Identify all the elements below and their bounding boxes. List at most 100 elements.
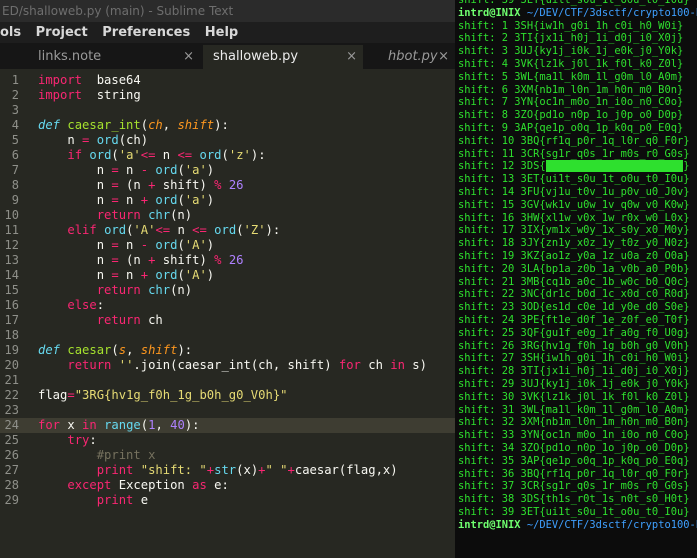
terminal-output-line: shift: 35 3AP{qe1p_o0q_1p_k0q_p0_E0q}	[458, 454, 690, 467]
terminal-output-line: shift: 37 3CR{sg1r_q0s_1r_m0s_r0_G0s}	[458, 480, 690, 493]
code-line[interactable]: print "shift: "+str(x)+" "+caesar(flag,x…	[38, 463, 398, 478]
close-icon[interactable]: ×	[438, 45, 449, 69]
menu-tools[interactable]: ols	[0, 22, 21, 43]
tab-links-note[interactable]: links.note ×	[10, 45, 200, 69]
code-line[interactable]: def caesar(s, shift):	[38, 343, 192, 358]
code-line[interactable]: else:	[38, 298, 104, 313]
line-number: 15	[4, 283, 19, 297]
terminal-output-line: shift: 27 3SH{iw1h_g0i_1h_c0i_h0_W0i}	[458, 352, 690, 365]
terminal-output-line: shift: 39 3ET{ui1t_s0u_1t_o0u_t0_I0u}	[458, 506, 690, 518]
tab-bar: links.note × shalloweb.py × hbot.py ×	[0, 43, 455, 69]
terminal-prompt: intrd@INIX ~/DEV/CTF/3dsctf/crypto100-ho	[458, 518, 697, 531]
line-number: 19	[4, 343, 19, 357]
code-line[interactable]: import string	[38, 88, 141, 103]
terminal-output-line: shift: 3 3UJ{ky1j_i0k_1j_e0k_j0_Y0k}	[458, 45, 684, 58]
line-number: 8	[11, 178, 19, 192]
code-line[interactable]: print e	[38, 493, 148, 508]
code-line[interactable]: return ch	[38, 313, 163, 328]
line-number: 23	[4, 403, 19, 417]
line-number: 20	[4, 358, 19, 372]
close-icon[interactable]: ×	[183, 45, 194, 69]
terminal-output-line: shift: 21 3MB{cq1b_a0c_1b_w0c_b0_Q0c}	[458, 275, 690, 288]
terminal-output-line: shift: 7 3YN{oc1n_m0o_1n_i0o_n0_C0o}	[458, 96, 684, 109]
code-line[interactable]: n = ord(ch)	[38, 133, 148, 148]
menu-bar: ols Project Preferences Help	[0, 22, 455, 43]
menu-project[interactable]: Project	[36, 22, 88, 43]
line-number: 4	[11, 118, 19, 132]
tab-label: links.note	[38, 49, 102, 64]
tab-hbot-py[interactable]: hbot.py ×	[368, 45, 455, 69]
window-title: ED/shalloweb.py (main) - Sublime Text	[0, 0, 455, 22]
code-line[interactable]: n = n + ord('A')	[38, 268, 214, 283]
code-line[interactable]: if ord('a'<= n <= ord('z'):	[38, 148, 265, 163]
line-number: 28	[4, 478, 19, 492]
line-number: 11	[4, 223, 19, 237]
sublime-window: ED/shalloweb.py (main) - Sublime Text ol…	[0, 0, 455, 558]
terminal-output-line: shift: 11 3CR{sg1r_q0s_1r_m0s_r0_G0s}	[458, 147, 690, 160]
line-number: 27	[4, 463, 19, 477]
terminal-output-line: shift: 38 3DS{th1s_r0t_1s_n0t_s0_H0t}	[458, 493, 690, 506]
terminal-window[interactable]: shift: 39 3ET{uilt_s0u_1t_o0u_t0_I0u} int…	[455, 0, 697, 558]
terminal-output-line: shift: 29 3UJ{ky1j_i0k_1j_e0k_j0_Y0k}	[458, 378, 690, 390]
code-line[interactable]: #print x	[38, 448, 156, 463]
close-icon[interactable]: ×	[346, 45, 357, 69]
code-line[interactable]: flag="3RG{hv1g_f0h_1g_b0h_g0_V0h}"	[38, 388, 288, 403]
terminal-prompt: intrd@INIX ~/DEV/CTF/3dsctf/crypto100-ho	[458, 6, 697, 19]
line-number: 29	[4, 493, 19, 507]
code-area[interactable]: import base64 import string def caesar_int…	[0, 70, 455, 558]
code-line[interactable]: for x in range(1, 40):	[38, 418, 200, 433]
terminal-output-line: shift: 5 3WL{ma1l_k0m_1l_g0m_l0_A0m}	[458, 70, 684, 83]
terminal-output-line: shift: 20 3LA{bp1a_z0b_1a_v0b_a0_P0b}	[458, 262, 690, 275]
line-number: 22	[4, 388, 19, 402]
terminal-output-line: shift: 36 3BQ{rf1q_p0r_1q_l0r_q0_F0r}	[458, 467, 690, 480]
tab-label: hbot.py	[388, 49, 438, 64]
code-line[interactable]: return chr(n)	[38, 208, 192, 223]
terminal-output-line: shift: 4 3VK{lz1k_j0l_1k_f0l_k0_Z0l}	[458, 58, 684, 70]
line-number: 21	[4, 373, 19, 387]
line-gutter: 1 2 3 4 5 6 7 8 9 10 11 12 13 14 15 16 17 18 19 20 21 22 23 24 2…	[0, 70, 30, 558]
selection-highlight	[545, 160, 684, 173]
terminal-output-line: shift: 9 3AP{qe1p_o0q_1p_k0q_p0_E0q}	[458, 122, 684, 134]
code-line[interactable]: n = n + ord('a')	[38, 193, 214, 208]
line-number: 18	[4, 328, 19, 342]
line-number: 14	[4, 268, 19, 282]
line-number: 16	[4, 298, 19, 312]
line-number: 13	[4, 253, 19, 267]
terminal-output-line: shift: 8 3ZO{pd1o_n0p_1o_j0p_o0_D0p}	[458, 109, 684, 122]
line-number: 26	[4, 448, 19, 462]
terminal-output-line: shift: 23 3OD{es1d_c0e_1d_y0e_d0_S0e}	[458, 301, 690, 314]
terminal-output-line: shift: 22 3NC{dr1c_b0d_1c_x0d_c0_R0d}	[458, 288, 690, 301]
terminal-output-line: shift: 18 3JY{zn1y_x0z_1y_t0z_y0_N0z}	[458, 237, 690, 250]
code-line[interactable]: try:	[38, 433, 96, 448]
code-line[interactable]: def caesar_int(ch, shift):	[38, 118, 229, 133]
terminal-output-line: shift: 32 3XM{nb1m_l0n_1m_h0n_m0_B0n}	[458, 416, 690, 429]
code-line[interactable]: import base64	[38, 73, 141, 88]
tab-shalloweb-py[interactable]: shalloweb.py ×	[203, 45, 363, 69]
line-number: 25	[4, 433, 19, 447]
terminal-output-line: shift: 1 3SH{iw1h_g0i_1h_c0i_h0_W0i}	[458, 19, 684, 32]
code-line[interactable]: n = (n + shift) % 26	[38, 253, 244, 268]
terminal-output-line: shift: 13 3ET{ui1t_s0u_1t_o0u_t0_I0u}	[458, 173, 690, 186]
code-line[interactable]: n = n - ord('A')	[38, 238, 214, 253]
code-line[interactable]: return chr(n)	[38, 283, 192, 298]
terminal-output-line: shift: 24 3PE{ft1e_d0f_1e_z0f_e0_T0f}	[458, 314, 690, 326]
line-number: 1	[11, 73, 19, 87]
menu-help[interactable]: Help	[205, 22, 238, 43]
line-number: 6	[11, 148, 19, 162]
terminal-output-line: shift: 28 3TI{jx1i_h0j_1i_d0j_i0_X0j}	[458, 365, 690, 378]
terminal-output-line: shift: 30 3VK{lz1k_j0l_1k_f0l_k0_Z0l}	[458, 390, 690, 403]
code-line[interactable]: except Exception as e:	[38, 478, 228, 493]
terminal-output-line: shift: 6 3XM{nb1m_l0n_1m_h0n_m0_B0n}	[458, 83, 684, 96]
line-number: 2	[11, 88, 19, 102]
line-number: 24	[4, 418, 19, 432]
line-number: 17	[4, 313, 19, 327]
terminal-output-line: shift: 19 3KZ{ao1z_y0a_1z_u0a_z0_O0a}	[458, 250, 690, 262]
code-line[interactable]: elif ord('A'<= n <= ord('Z'):	[38, 223, 280, 238]
terminal-output-line: shift: 15 3GV{wk1v_u0w_1v_q0w_v0_K0w}	[458, 198, 690, 211]
terminal-output-line: shift: 2 3TI{jx1i_h0j_1i_d0j_i0_X0j}	[458, 32, 684, 45]
code-line[interactable]: n = (n + shift) % 26	[38, 178, 244, 193]
code-line[interactable]: return ''.join(caesar_int(ch, shift) for…	[38, 358, 427, 373]
code-line[interactable]: n = n - ord('a')	[38, 163, 214, 178]
menu-preferences[interactable]: Preferences	[102, 22, 190, 43]
line-number: 5	[11, 133, 19, 147]
